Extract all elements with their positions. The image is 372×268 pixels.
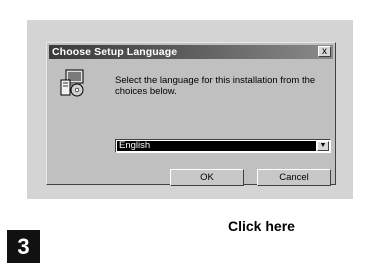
title-bar: Choose Setup Language x — [49, 45, 333, 59]
dialog-title: Choose Setup Language — [52, 46, 178, 58]
instruction-text: Select the language for this installatio… — [115, 75, 316, 97]
step-number: 3 — [7, 230, 40, 263]
choose-setup-language-dialog: Choose Setup Language x Select the langu… — [46, 42, 336, 186]
chevron-down-icon: ▼ — [319, 142, 327, 149]
language-select-value: English — [117, 141, 316, 151]
setup-computer-icon — [60, 69, 84, 97]
language-select[interactable]: English ▼ — [115, 139, 331, 153]
cancel-button[interactable]: Cancel — [257, 169, 331, 186]
close-icon: x — [322, 46, 327, 57]
click-here-callout: Click here — [228, 218, 295, 234]
ok-button[interactable]: OK — [170, 169, 244, 186]
dropdown-arrow-button[interactable]: ▼ — [317, 141, 329, 151]
close-button[interactable]: x — [318, 46, 331, 57]
